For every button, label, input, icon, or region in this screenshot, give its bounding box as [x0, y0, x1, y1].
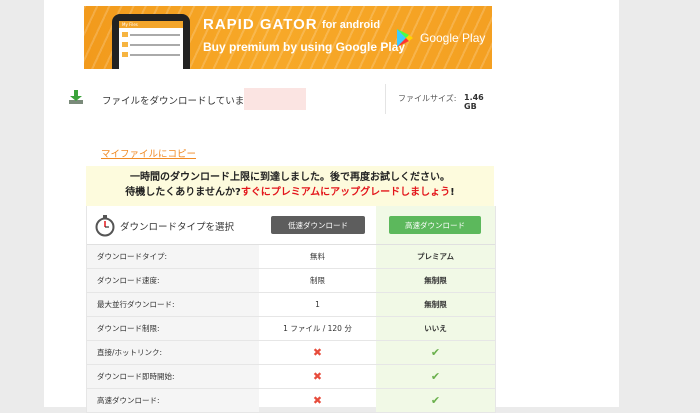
slow-download-button[interactable]: 低速ダウンロード: [271, 216, 365, 234]
google-play-icon: [397, 29, 413, 47]
row-label: ダウンロードタイプ:: [87, 245, 259, 268]
row-label: 高速ダウンロード:: [87, 389, 259, 412]
table-header: ダウンロードタイプを選択 低速ダウンロード 高速ダウンロード: [87, 206, 495, 245]
premium-value: プレミアム: [376, 245, 495, 268]
table-row: 高速ダウンロード: ✖ ✔: [87, 389, 495, 413]
notice-line2-suffix: !: [450, 187, 455, 198]
row-label: ダウンロード即時開始:: [87, 365, 259, 388]
row-label: 直接/ホットリンク:: [87, 341, 259, 364]
cross-icon: ✖: [312, 394, 323, 407]
stopwatch-icon: [95, 215, 115, 237]
file-size-value: 1.46 GB: [464, 93, 484, 111]
fast-download-button[interactable]: 高速ダウンロード: [389, 216, 481, 234]
free-value: 制限: [310, 276, 325, 285]
check-icon: ✔: [430, 370, 441, 383]
row-label: ダウンロード制限:: [87, 317, 259, 340]
copy-to-my-files-link[interactable]: マイファイルにコピー: [101, 146, 196, 160]
file-size-label: ファイルサイズ:: [398, 94, 457, 103]
premium-value: 無制限: [376, 293, 495, 316]
free-value: 1 ファイル / 120 分: [283, 324, 352, 333]
notice-line2: 待機したくありませんか?すぐにプレミアムにアップグレードしましょう!: [86, 185, 494, 200]
table-title: ダウンロードタイプを選択: [120, 222, 235, 233]
divider: [385, 84, 386, 114]
notice-line2-prefix: 待機したくありませんか?: [125, 187, 241, 198]
check-icon: ✔: [430, 394, 441, 407]
row-label: 最大並行ダウンロード:: [87, 293, 259, 316]
brand-suffix: for android: [322, 19, 381, 31]
free-value: 無料: [310, 252, 325, 261]
table-row: ダウンロード制限: 1 ファイル / 120 分 いいえ: [87, 317, 495, 341]
premium-value: いいえ: [376, 317, 495, 340]
notice-line1: 一時間のダウンロード上限に到達しました。後で再度お試しください。: [130, 172, 450, 183]
cross-icon: ✖: [312, 370, 323, 383]
row-label: ダウンロード速度:: [87, 269, 259, 292]
file-label: ファイルをダウンロードしています:: [102, 96, 257, 107]
free-value: 1: [315, 300, 320, 309]
download-icon: [69, 90, 83, 104]
brand-logo: RAPID GATOR: [203, 16, 318, 33]
table-row: 直接/ホットリンク: ✖ ✔: [87, 341, 495, 365]
file-info-row: ファイルをダウンロードしています: ファイルサイズ: 1.46 GB: [68, 84, 498, 114]
premium-value: 無制限: [376, 269, 495, 292]
table-row: 最大並行ダウンロード: 1 無制限: [87, 293, 495, 317]
check-icon: ✔: [430, 346, 441, 359]
table-row: ダウンロード即時開始: ✖ ✔: [87, 365, 495, 389]
banner-tagline: Buy premium by using Google Play: [203, 40, 406, 54]
google-play-badge[interactable]: Google Play: [396, 28, 485, 48]
cross-icon: ✖: [312, 346, 323, 359]
limit-notice: 一時間のダウンロード上限に到達しました。後で再度お試しください。 待機したくあり…: [86, 166, 494, 206]
phone-icon: My Files: [112, 14, 190, 69]
promo-banner[interactable]: My Files RAPID GATOR for android Buy pre…: [84, 6, 492, 69]
download-type-table: ダウンロードタイプを選択 低速ダウンロード 高速ダウンロード ダウンロードタイプ…: [86, 206, 496, 413]
phone-title: My Files: [119, 21, 183, 28]
upgrade-highlight[interactable]: すぐにプレミアムにアップグレードしましょう: [241, 187, 450, 198]
redacted-filename: [244, 88, 306, 110]
google-play-label: Google Play: [420, 31, 486, 45]
table-row: ダウンロード速度: 制限 無制限: [87, 269, 495, 293]
table-row: ダウンロードタイプ: 無料 プレミアム: [87, 245, 495, 269]
